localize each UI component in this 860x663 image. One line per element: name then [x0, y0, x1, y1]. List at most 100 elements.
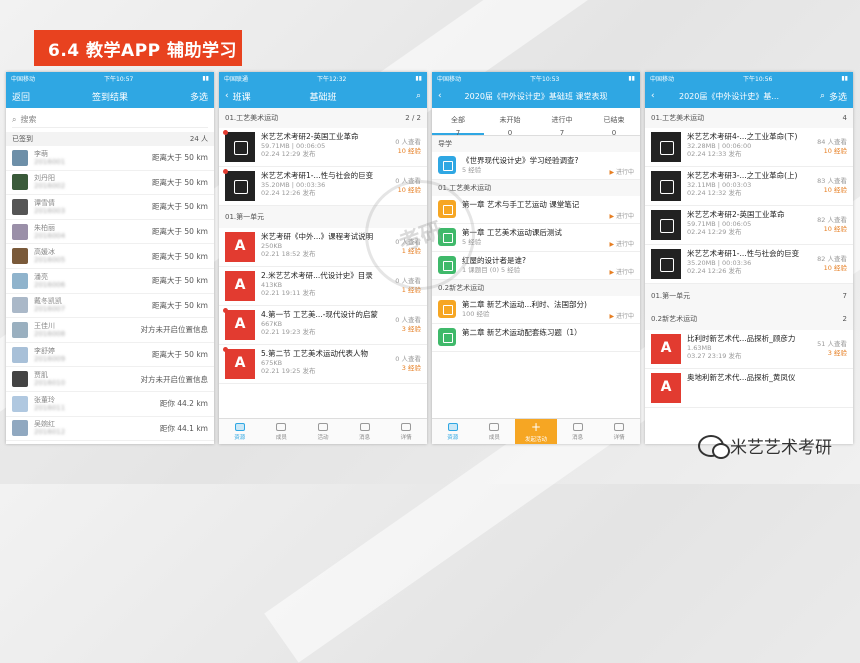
- distance-text: 距你 44.2 km: [159, 399, 208, 409]
- resource-stats: 83 人查看 10 经验: [817, 177, 847, 195]
- tab-item[interactable]: 成员: [261, 419, 303, 444]
- search-button[interactable]: ⌕: [416, 91, 421, 101]
- status-tab-label: 未开始: [499, 116, 521, 124]
- checkin-row[interactable]: 潘亮 2016006 距离大于 50 km: [6, 269, 214, 294]
- phone-checkin-results: 中国移动 下午10:57 ▮▮ 返回 签到结果 多选 ⌕ 搜索 已签到 24 人 李萌 2…: [6, 72, 214, 444]
- resource-stats: 0 人查看 10 经验: [395, 138, 421, 156]
- student-id: 2016003: [34, 206, 66, 215]
- resource-date: 02.21 19:23 发布: [261, 328, 316, 336]
- multi-select-button[interactable]: 多选: [190, 90, 208, 103]
- search-icon[interactable]: ⌕: [820, 91, 825, 101]
- student-name: 刘丹阳 2016002: [34, 174, 152, 190]
- distance-text: 距离大于 50 km: [152, 350, 208, 360]
- search-input[interactable]: ⌕ 搜索: [12, 112, 208, 128]
- pdf-resource-item[interactable]: 比利时新艺术代...品探析_顾彦力1.63MB03.27 23:19 发布 51 …: [645, 330, 853, 369]
- pdf-resource-item[interactable]: 4.第一节 工艺美...-现代设计的启蒙667KB02.21 19:23 发布 0…: [219, 306, 427, 345]
- resource-meta: 667KB: [261, 320, 378, 328]
- status-tab[interactable]: 已结束 0: [588, 108, 640, 137]
- video-resource-item[interactable]: 米艺艺术考研1-...性与社会的巨变 35.20MB | 00:03:36 02.2…: [645, 245, 853, 284]
- student-name: 王佳川 2016008: [34, 322, 141, 338]
- section-header[interactable]: 01.工艺美术运动 4: [645, 108, 853, 128]
- video-resource-item[interactable]: 米艺艺术考研2-英国工业革命 59.71MB | 00:06:05 02.24 12…: [219, 128, 427, 167]
- tab-bar: 资源 成员 + 发起活动 消息 详情: [432, 418, 640, 444]
- resource-title: 4.第一节 工艺美...-现代设计的启蒙: [261, 310, 378, 319]
- checkin-row[interactable]: 张董玲 2016011 距你 44.2 km: [6, 392, 214, 417]
- tab-label: 详情: [400, 434, 412, 441]
- avatar: [12, 395, 28, 412]
- distance-text: 距离大于 50 km: [152, 153, 208, 163]
- status-tab-count: 0: [507, 129, 513, 137]
- student-id: 2016006: [34, 280, 66, 289]
- checkin-row[interactable]: 吴婉红 2016012 距你 44.1 km: [6, 417, 214, 442]
- student-name: 谭雪倩 2016003: [34, 199, 152, 215]
- back-button[interactable]: ‹: [438, 91, 442, 101]
- student-name-text: 谭雪倩: [34, 198, 55, 207]
- section-header: 已签到 24 人: [6, 132, 214, 146]
- avatar: [12, 223, 28, 240]
- status-tab-label: 全部: [451, 116, 465, 124]
- resource-title: 比利时新艺术代...品探析_顾彦力: [687, 334, 796, 343]
- resource-date: 02.24 12:32 发布: [687, 189, 742, 197]
- resource-date: 02.24 12:26 发布: [687, 267, 742, 275]
- activity-item[interactable]: 《世界现代设计史》学习经验调查?5 经验 进行中: [432, 152, 640, 180]
- status-tab[interactable]: 进行中 7: [536, 108, 588, 137]
- activity-item[interactable]: 第二章 新艺术运动配套练习题（1）: [432, 324, 640, 352]
- checkin-row[interactable]: 刘丹阳 2016002 距离大于 50 km: [6, 171, 214, 196]
- status-tab[interactable]: 全部 7: [432, 108, 484, 137]
- section-header[interactable]: 01.第一单元 7: [645, 284, 853, 308]
- checkin-row[interactable]: 贾肌 2016010 对方未开启位置信息: [6, 367, 214, 392]
- activity-meta: 5 经验: [462, 238, 482, 246]
- tab-item[interactable]: 资源: [219, 419, 261, 444]
- checkin-row[interactable]: 高媛冰 2016005 距离大于 50 km: [6, 244, 214, 269]
- student-name: 李萌 2016001: [34, 150, 152, 166]
- activity-title: 第一章 工艺美术运动课后测试: [462, 228, 562, 237]
- checkin-row[interactable]: 王佳川 2016008 对方未开启位置信息: [6, 318, 214, 343]
- video-resource-item[interactable]: 米艺艺术考研4-...之工业革命(下) 32.28MB | 00:06:00 02.…: [645, 128, 853, 167]
- section-header[interactable]: 01.工艺美术运动 2 / 2: [219, 108, 427, 128]
- back-button[interactable]: ‹: [651, 91, 655, 101]
- resource-stats: 51 人查看 3 经验: [817, 340, 847, 358]
- tab-item[interactable]: 详情: [598, 419, 640, 444]
- student-name-text: 吴婉红: [34, 420, 55, 429]
- student-id: 2016011: [34, 403, 66, 412]
- back-button[interactable]: 返回: [12, 90, 30, 103]
- tab-item[interactable]: 成员: [474, 419, 516, 444]
- student-name-text: 潘亮: [34, 272, 48, 281]
- tab-item[interactable]: 活动: [302, 419, 344, 444]
- tab-item[interactable]: 资源: [432, 419, 474, 444]
- checkin-row[interactable]: 朱柏丽 2016004 距离大于 50 km: [6, 220, 214, 245]
- activity-item[interactable]: 第二章 新艺术运动...利时、法国部分)100 经验 进行中: [432, 296, 640, 324]
- checkin-row[interactable]: 李舒婷 2016009 距离大于 50 km: [6, 343, 214, 368]
- resource-meta: 675KB: [261, 359, 368, 367]
- tab-item[interactable]: 消息: [557, 419, 599, 444]
- avatar: [12, 346, 28, 363]
- tab-item[interactable]: + 发起活动: [515, 419, 557, 444]
- resource-date: 02.24 12:26 发布: [261, 189, 316, 197]
- view-count: 0 人查看: [395, 316, 421, 324]
- activity-status: 进行中: [609, 239, 634, 248]
- resource-size: 32.11MB: [687, 181, 716, 189]
- checkin-row[interactable]: 谭雪倩 2016003 距离大于 50 km: [6, 195, 214, 220]
- pdf-resource-item[interactable]: 奥地利新艺术代...品探析_黄凤仪: [645, 369, 853, 408]
- tab-icon: [401, 422, 412, 431]
- student-name: 贾肌 2016010: [34, 371, 141, 387]
- pdf-resource-item[interactable]: 5.第二节 工艺美术运动代表人物675KB02.21 19:25 发布 0 人查看…: [219, 345, 427, 384]
- pdf-icon: [223, 308, 255, 340]
- video-resource-item[interactable]: 米艺艺术考研2-英国工业革命 59.71MB | 00:06:05 02.24 12…: [645, 206, 853, 245]
- section-header[interactable]: 0.2新艺术运动 2: [645, 308, 853, 330]
- status-tab[interactable]: 未开始 0: [484, 108, 536, 137]
- back-button[interactable]: ‹ 班课: [225, 90, 251, 103]
- resource-title: 米艺艺术考研4-...之工业革命(下): [687, 132, 798, 141]
- distance-text: 对方未开启位置信息: [140, 325, 209, 335]
- checkin-row[interactable]: 戴冬凯凯 2016007 距离大于 50 km: [6, 294, 214, 319]
- distance-text: 距你 44.1 km: [159, 423, 208, 433]
- resource-date: 02.24 12:29 发布: [687, 228, 742, 236]
- tab-item[interactable]: 详情: [385, 419, 427, 444]
- resource-title: 米艺考研《中外...》课程考试说明: [261, 232, 374, 241]
- section-header: 0.2新艺术运动: [432, 280, 640, 296]
- status-bar: 中国移动 下午10:53 ▮▮: [432, 72, 640, 84]
- checkin-row[interactable]: 李萌 2016001 距离大于 50 km: [6, 146, 214, 171]
- multi-select-button[interactable]: 多选: [829, 90, 847, 103]
- video-resource-item[interactable]: 米艺艺术考研3-...之工业革命(上) 32.11MB | 00:03:03 02.…: [645, 167, 853, 206]
- tab-item[interactable]: 消息: [344, 419, 386, 444]
